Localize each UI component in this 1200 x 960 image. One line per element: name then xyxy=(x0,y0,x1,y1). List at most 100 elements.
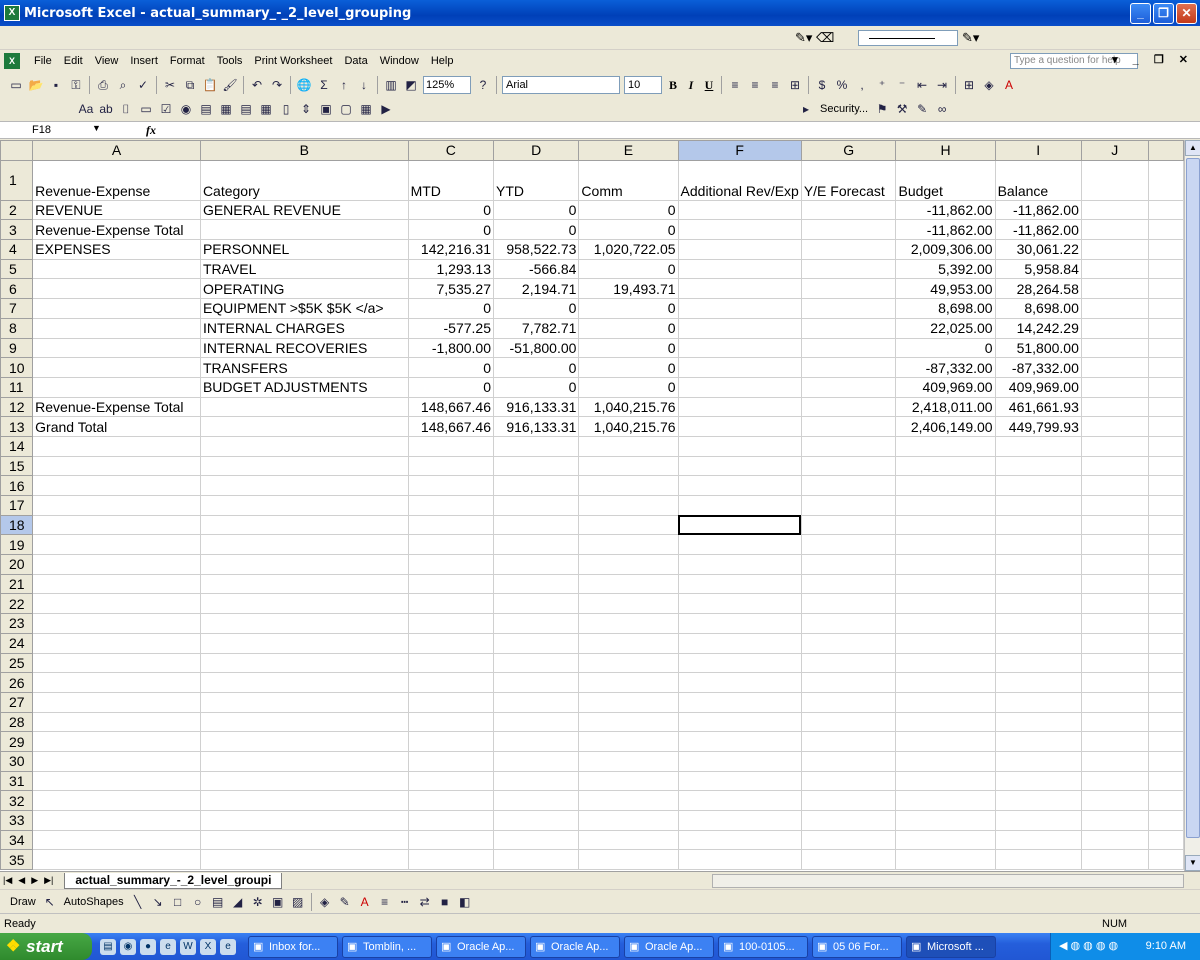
line-icon[interactable]: ╲ xyxy=(129,893,147,911)
cell[interactable]: 0 xyxy=(578,357,679,378)
cell[interactable] xyxy=(578,534,679,556)
cell[interactable] xyxy=(199,554,409,575)
cell[interactable] xyxy=(199,475,409,496)
cell[interactable]: 958,522.73 xyxy=(492,239,580,260)
cell[interactable] xyxy=(994,672,1082,693)
cell[interactable]: 0 xyxy=(492,357,580,378)
bold-button[interactable]: B xyxy=(664,76,682,94)
cell[interactable] xyxy=(1147,573,1184,595)
cell[interactable] xyxy=(407,672,495,693)
cell[interactable] xyxy=(32,770,201,792)
word-icon[interactable]: W xyxy=(180,938,196,955)
cell[interactable] xyxy=(677,455,802,477)
cell[interactable] xyxy=(32,376,201,398)
cell[interactable] xyxy=(994,613,1082,634)
cell[interactable] xyxy=(895,750,996,772)
cell[interactable]: -11,862.00 xyxy=(994,199,1082,221)
row-header[interactable]: 14 xyxy=(0,435,34,457)
cell[interactable] xyxy=(677,337,802,359)
arrow-icon[interactable]: ↘ xyxy=(149,893,167,911)
cell[interactable] xyxy=(1147,219,1184,241)
cell[interactable] xyxy=(677,278,802,300)
draw-border-pen-icon[interactable]: ✎▾ ⌫ xyxy=(795,30,834,46)
cell[interactable] xyxy=(895,711,996,733)
combo-box-icon[interactable]: ▦ xyxy=(217,100,235,118)
cell[interactable] xyxy=(1147,258,1184,280)
merge-center-icon[interactable]: ⊞ xyxy=(786,76,804,94)
row-header[interactable]: 12 xyxy=(0,396,34,418)
cell[interactable] xyxy=(800,790,897,811)
list-box-icon[interactable]: ▤ xyxy=(197,100,215,118)
cell[interactable] xyxy=(32,554,201,575)
cell[interactable]: 1,293.13 xyxy=(407,258,495,280)
cell[interactable] xyxy=(1147,731,1184,752)
cell[interactable] xyxy=(407,613,495,634)
cell[interactable] xyxy=(492,573,580,595)
cell[interactable] xyxy=(800,278,897,300)
cell[interactable] xyxy=(199,770,409,792)
cell[interactable] xyxy=(1080,554,1149,575)
arrow-style-icon[interactable]: ⇄ xyxy=(416,893,434,911)
name-box-dropdown-icon[interactable]: ▼ xyxy=(92,123,101,133)
cell[interactable] xyxy=(1080,435,1149,457)
cell[interactable] xyxy=(492,632,580,654)
cell[interactable] xyxy=(578,790,679,811)
cell[interactable] xyxy=(1147,849,1184,871)
group-box-icon[interactable]: ⌷ xyxy=(117,100,135,118)
cell[interactable]: 5,958.84 xyxy=(994,258,1082,280)
cell[interactable] xyxy=(1080,278,1149,300)
sheet-tab[interactable]: actual_summary_-_2_level_groupi xyxy=(64,872,283,889)
cell[interactable] xyxy=(677,219,802,241)
cell[interactable]: EXPENSES xyxy=(32,239,201,260)
cell[interactable] xyxy=(578,435,679,457)
combo-dropdown-icon[interactable]: ▦ xyxy=(257,100,275,118)
cell[interactable] xyxy=(32,632,201,654)
spinner-control-icon[interactable]: ⇕ xyxy=(297,100,315,118)
row-header[interactable]: 11 xyxy=(0,376,34,398)
cell[interactable] xyxy=(800,810,897,831)
cell[interactable] xyxy=(895,613,996,634)
print-icon[interactable]: ⎙ xyxy=(94,76,112,94)
sort-ascending-icon[interactable]: ↑ xyxy=(335,76,353,94)
cell[interactable]: -577.25 xyxy=(407,317,495,339)
scroll-down-icon[interactable]: ▼ xyxy=(1185,855,1200,871)
drawing-icon[interactable]: ◩ xyxy=(402,76,420,94)
column-header[interactable]: G xyxy=(800,140,897,161)
cell[interactable] xyxy=(800,554,897,575)
cell[interactable] xyxy=(1147,376,1184,398)
clipart-icon[interactable]: ▣ xyxy=(269,893,287,911)
chart-wizard-icon[interactable]: ▥ xyxy=(382,76,400,94)
cell[interactable]: 0 xyxy=(407,298,495,319)
cell[interactable] xyxy=(677,475,802,496)
cell[interactable] xyxy=(800,376,897,398)
combo-list-icon[interactable]: ▤ xyxy=(237,100,255,118)
horizontal-scrollbar[interactable] xyxy=(712,874,1184,888)
cell[interactable] xyxy=(677,554,802,575)
cell[interactable] xyxy=(1080,691,1149,713)
close-button[interactable]: ✕ xyxy=(1176,3,1197,24)
help-icon[interactable]: ? xyxy=(474,76,492,94)
row-header[interactable]: 8 xyxy=(0,317,34,339)
cell[interactable] xyxy=(199,416,409,437)
cell[interactable] xyxy=(32,750,201,772)
cell[interactable] xyxy=(578,554,679,575)
column-header[interactable]: I xyxy=(994,140,1082,161)
cell[interactable] xyxy=(895,554,996,575)
cell[interactable] xyxy=(800,239,897,260)
cell[interactable] xyxy=(1147,691,1184,713)
cell[interactable] xyxy=(407,534,495,556)
column-header[interactable]: A xyxy=(32,140,201,161)
cell[interactable] xyxy=(492,829,580,851)
cell[interactable] xyxy=(492,731,580,752)
workbook-icon[interactable]: X xyxy=(4,53,20,69)
start-button[interactable]: start xyxy=(0,933,92,960)
cell[interactable]: 0 xyxy=(407,219,495,241)
cell[interactable] xyxy=(677,731,802,752)
line-color-icon[interactable]: ✎▾ xyxy=(962,30,979,46)
underline-button[interactable]: U xyxy=(700,76,718,94)
row-header[interactable]: 24 xyxy=(0,632,34,654)
active-cell[interactable] xyxy=(677,514,802,536)
cell[interactable] xyxy=(492,652,580,674)
cell[interactable] xyxy=(677,534,802,556)
cell[interactable]: 51,800.00 xyxy=(994,337,1082,359)
